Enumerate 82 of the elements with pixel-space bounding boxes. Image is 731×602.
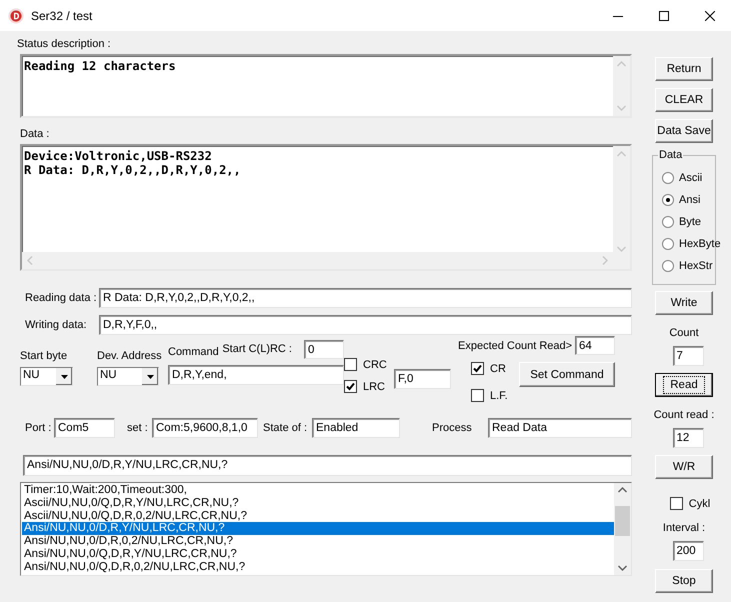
writing-data-field[interactable]: D,R,Y,F,0,, [99,315,632,335]
radio-label: Ansi [679,194,700,206]
data-label: Data : [20,127,50,141]
reading-data-field[interactable]: R Data: D,R,Y,0,2,,D,R,Y,0,2,, [99,288,632,308]
checkbox-label: CRC [363,358,387,370]
log-entry[interactable]: Ascii/NU,NU,0/Q,D,R,0,2/NU,LRC,CR,NU,? [22,510,614,522]
expected-count-field[interactable]: 64 [575,336,615,355]
radio-button[interactable] [662,194,674,206]
checkbox-label: Cykl [688,498,710,510]
checkbox[interactable] [471,362,484,375]
dev-address-label: Dev. Address [97,349,163,363]
status-text-area[interactable]: Reading 12 characters [20,54,632,118]
checkbox[interactable] [344,380,357,393]
app-icon [8,8,24,24]
port-row-field[interactable]: Enabled [312,418,400,438]
port-row-field[interactable]: Com5 [54,418,115,438]
expected-count-label: Expected Count Read> [458,340,572,352]
log-entry[interactable]: Ansi/NU,NU,0/Q,D,R,0,2/NU,LRC,CR,NU,? [22,560,614,574]
log-entry[interactable]: Ansi/NU,NU,0/D,R,Y/NU,LRC,CR,NU,? [22,522,614,536]
log-entry[interactable]: Timer:10,Wait:200,Timeout:300, [22,484,614,497]
command-field[interactable]: D,R,Y,end, [168,365,344,385]
start-crc-field[interactable]: 0 [304,340,344,359]
set-command-button[interactable]: Set Command [519,362,615,387]
radio-button[interactable] [662,260,674,272]
checkbox-label: L.F. [490,390,508,402]
checkbox-label: CR [490,362,506,374]
port-row-label: State of : [262,422,308,434]
scrollbar-thumb[interactable] [615,506,630,536]
interval-field[interactable]: 200 [672,541,704,561]
side-button[interactable]: Data Save [655,119,713,143]
dropdown-arrow-icon [60,374,68,378]
close-icon[interactable] [705,10,715,20]
log-list[interactable] [20,482,632,576]
reading-data-label: Reading data : [24,292,98,304]
data-line: Device:Voltronic,USB-RS232 [24,149,213,163]
radio-label: Byte [679,216,702,228]
writing-data-label: Writing data: [24,319,88,331]
start-crc-label: Start C(L)RC : [222,343,292,355]
count-read-label: Count read : [654,408,714,422]
status-label: Status description : [17,37,112,51]
write-button[interactable]: Write [655,291,713,315]
window-title: Ser32 / test [31,8,92,22]
radio-button[interactable] [662,172,674,184]
count-field[interactable]: 7 [672,346,704,366]
checkbox[interactable] [471,389,484,402]
write-read-button[interactable]: W/R [655,455,713,479]
count-label: Count [669,326,699,340]
radio-button[interactable] [662,238,674,250]
checkbox[interactable] [670,497,683,510]
stop-button[interactable]: Stop [655,569,713,593]
scrollbar[interactable] [614,483,631,575]
data-text-area[interactable]: Device:Voltronic,USB-RS232 R Data: D,R,Y,0,2,,D,R,Y,0,2,, [20,144,632,271]
side-button[interactable]: Return [655,57,713,81]
read-button[interactable]: Read [655,373,713,397]
radio-label: HexByte [679,238,721,250]
checkbox[interactable] [344,358,357,371]
radio-label: Ascii [679,172,702,184]
log-entry[interactable]: Ansi/NU,NU,0/D,R,0,2/NU,LRC,CR,NU,? [22,535,614,548]
side-button[interactable]: CLEAR [655,88,713,112]
port-row-label: Port : [25,422,52,434]
start-byte-label: Start byte [20,349,68,363]
maximize-icon[interactable] [659,10,669,20]
radio-button[interactable] [662,216,674,228]
interval-label: Interval : [662,521,706,535]
command-label: Command [168,345,219,359]
dropdown[interactable]: NU [20,367,73,386]
checkbox-label: LRC [363,380,386,392]
port-row-field[interactable]: Read Data [488,418,632,438]
check-value-field[interactable]: F,0 [394,369,451,389]
log-entry[interactable]: Ansi/NU,NU,0/Q,D,R,Y/NU,LRC,CR,NU,? [22,548,614,561]
data-line: R Data: D,R,Y,0,2,,D,R,Y,0,2,, [24,163,242,177]
group-label: Data [658,149,684,161]
port-row-label: set : [126,422,149,434]
log-entry[interactable]: Ascii/NU,NU,0/Q,D,R,Y/NU,LRC,CR,NU,? [22,496,614,510]
port-row-label: Process [431,422,473,434]
radio-label: HexStr [679,260,713,272]
dropdown[interactable]: NU [97,367,159,386]
dropdown-arrow-icon [146,374,154,378]
status-text: Reading 12 characters [24,59,176,73]
count-read-field[interactable]: 12 [672,428,704,448]
command-line-field[interactable]: Ansi/NU,NU,0/D,R,Y/NU,LRC,CR,NU,? [23,455,632,476]
port-row-field[interactable]: Com:5,9600,8,1,0 [152,418,258,438]
